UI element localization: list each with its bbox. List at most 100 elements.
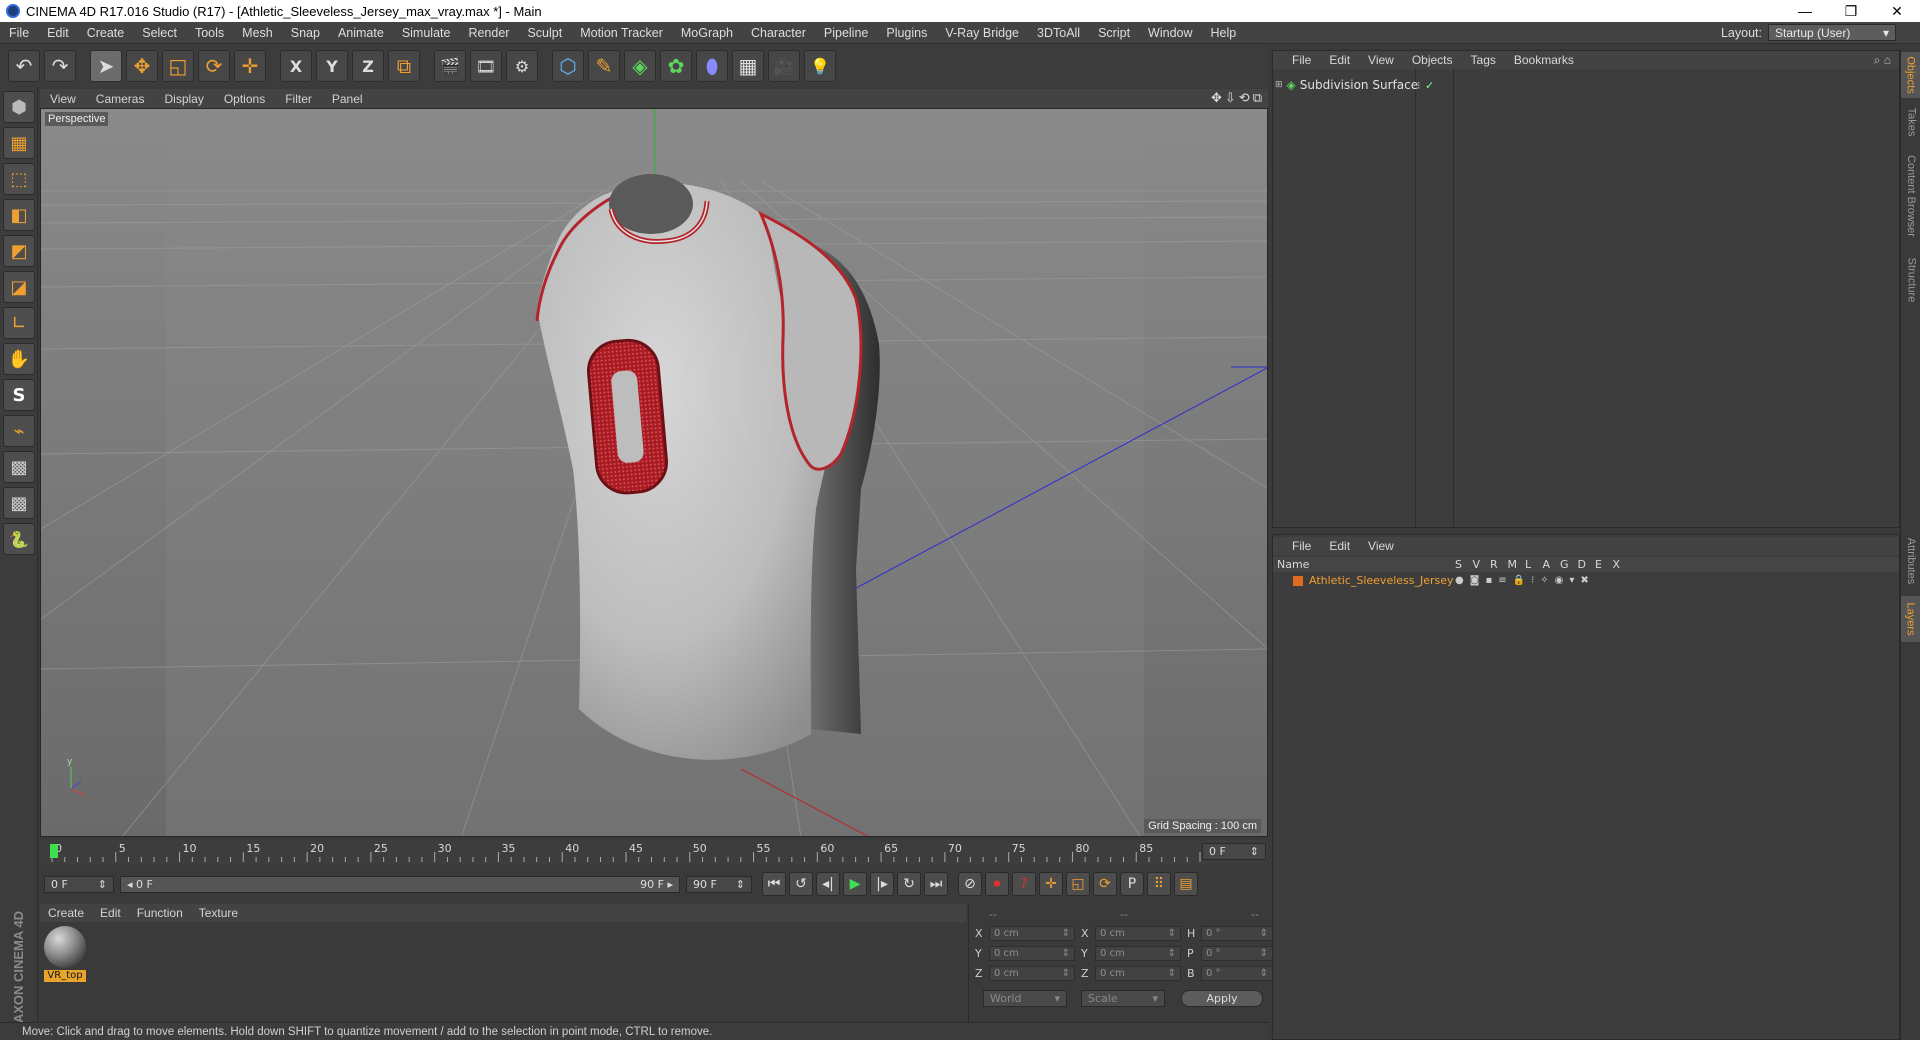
menu-pipeline[interactable]: Pipeline (815, 26, 877, 40)
size-z-field[interactable]: 0 cm ⇕ (1095, 966, 1181, 981)
objects-menu-file[interactable]: File (1283, 53, 1320, 67)
scale-select[interactable]: Scale ▾ (1081, 990, 1165, 1007)
layer-toggle-icons[interactable]: ● ◙ ▪ ≡ 🔒 ⁝ ✧ ◉ ▾ ✖ (1455, 575, 1589, 586)
camera-button[interactable]: 🎥 (768, 50, 800, 82)
menu-tools[interactable]: Tools (186, 26, 233, 40)
array-button[interactable]: ✿ (660, 50, 692, 82)
layers-menu-edit[interactable]: Edit (1320, 539, 1359, 553)
python-icon[interactable]: 🐍 (3, 523, 35, 555)
minimize-button[interactable]: — (1782, 0, 1828, 22)
rotation-p-field[interactable]: 0 ° ⇕ (1201, 946, 1273, 961)
close-button[interactable]: ✕ (1874, 0, 1920, 22)
tab-structure[interactable]: Structure (1901, 250, 1920, 310)
menu-character[interactable]: Character (742, 26, 815, 40)
motion-record-icon[interactable]: ⊘ (958, 872, 982, 896)
workplane-lock-icon[interactable]: ▩ (3, 451, 35, 483)
menu-snap[interactable]: Snap (282, 26, 329, 40)
current-frame-field[interactable]: 0 F ⇕ (1202, 843, 1266, 860)
layers-menu-file[interactable]: File (1283, 539, 1320, 553)
scale-tool-button[interactable]: ◱ (162, 50, 194, 82)
menu-motion-tracker[interactable]: Motion Tracker (571, 26, 672, 40)
go-to-start-button[interactable]: ⏮ (762, 872, 786, 896)
tab-layers[interactable]: Layers (1901, 596, 1920, 642)
menu-plugins[interactable]: Plugins (877, 26, 936, 40)
make-editable-icon[interactable]: ⬢ (3, 91, 35, 123)
menu-edit[interactable]: Edit (38, 26, 78, 40)
next-frame-button[interactable]: |▸ (870, 872, 894, 896)
coordinate-system-button[interactable]: ⧉ (388, 50, 420, 82)
key-scale-icon[interactable]: ◱ (1066, 872, 1090, 896)
objects-menu-tags[interactable]: Tags (1462, 53, 1505, 67)
menu-script[interactable]: Script (1089, 26, 1139, 40)
layer-row-athletic-sleeveless-jersey[interactable]: Athletic_Sleeveless_Jersey ● ◙ ▪ ≡ 🔒 ⁝ ✧ ◉ ▾ ✖ (1273, 573, 1899, 588)
grid-snap-icon[interactable]: ▩ (3, 487, 35, 519)
rotation-h-field[interactable]: 0 ° ⇕ (1201, 926, 1273, 941)
end-frame-field[interactable]: 90 F ⇕ (686, 875, 752, 893)
menu-select[interactable]: Select (133, 26, 186, 40)
viewport-menu-filter[interactable]: Filter (275, 92, 322, 106)
menu-create[interactable]: Create (78, 26, 134, 40)
move-tool-button[interactable]: ✥ (126, 50, 158, 82)
tab-objects[interactable]: Objects (1901, 52, 1920, 98)
key-rotation-icon[interactable]: ⟳ (1093, 872, 1117, 896)
select-tool-button[interactable]: ➤ (90, 50, 122, 82)
viewport-camera-label[interactable]: Perspective (45, 112, 109, 126)
render-view-button[interactable]: 🎬 (434, 50, 466, 82)
autokey-icon[interactable]: ? (1012, 872, 1036, 896)
layout-select[interactable]: Startup (User) ▾ (1768, 24, 1896, 41)
search-icon[interactable]: ⌕ ⌂ (1874, 53, 1891, 68)
expand-icon[interactable]: ⊞ (1275, 80, 1283, 90)
z-axis-lock-button[interactable]: Z (352, 50, 384, 82)
next-key-button[interactable]: ↻ (897, 872, 921, 896)
cube-primitive-button[interactable]: ⬡ (552, 50, 584, 82)
visibility-dots-icon[interactable]: ⁝ (1417, 79, 1421, 92)
previous-frame-button[interactable]: ◂| (816, 872, 840, 896)
start-frame-field[interactable]: 0 F ⇕ (44, 875, 114, 893)
menu-simulate[interactable]: Simulate (393, 26, 460, 40)
record-keys-icon[interactable]: ⏺ (985, 872, 1009, 896)
workplane-icon[interactable]: ◧ (3, 199, 35, 231)
previous-key-button[interactable]: ↺ (789, 872, 813, 896)
size-x-field[interactable]: 0 cm ⇕ (1095, 926, 1181, 941)
viewport-menu-cameras[interactable]: Cameras (86, 92, 155, 106)
polygons-mode-icon[interactable]: ∟ (3, 307, 35, 339)
deformer-button[interactable]: ⬮ (696, 50, 728, 82)
material-menu-create[interactable]: Create (40, 906, 92, 920)
menu-mograph[interactable]: MoGraph (672, 26, 742, 40)
key-parameter-icon[interactable]: P (1120, 872, 1144, 896)
menu-file[interactable]: File (0, 26, 38, 40)
x-axis-lock-button[interactable]: X (280, 50, 312, 82)
perspective-viewport[interactable]: 0 y Perspective Grid Spacing : 100 cm (40, 108, 1268, 837)
snap-icon[interactable]: ⌁ (3, 415, 35, 447)
rotate-tool-button[interactable]: ⟳ (198, 50, 230, 82)
menu-help[interactable]: Help (1202, 26, 1246, 40)
material-menu-function[interactable]: Function (129, 906, 191, 920)
layers-name-header[interactable]: Name (1277, 558, 1309, 571)
viewport-menu-options[interactable]: Options (214, 92, 275, 106)
undo-button[interactable]: ↶ (8, 50, 40, 82)
timeline-ruler[interactable]: 051015202530354045505560657075808590 0 F… (40, 840, 1268, 864)
position-x-field[interactable]: 0 cm ⇕ (989, 926, 1075, 941)
maximize-view-icon[interactable]: ⧉ (1253, 90, 1262, 106)
tab-attributes[interactable]: Attributes (1901, 530, 1920, 592)
model-mode-icon[interactable]: ▦ (3, 127, 35, 159)
menu-3dtoall[interactable]: 3DToAll (1028, 26, 1089, 40)
playhead[interactable] (50, 844, 58, 858)
menu-window[interactable]: Window (1139, 26, 1201, 40)
render-settings-button[interactable]: ⚙ (506, 50, 538, 82)
menu-animate[interactable]: Animate (329, 26, 393, 40)
zoom-view-icon[interactable]: ⇩ (1225, 90, 1236, 106)
key-point-level-icon[interactable]: ⠿ (1147, 872, 1171, 896)
transform-tool-button[interactable]: ✛ (234, 50, 266, 82)
texture-mode-icon[interactable]: ⬚ (3, 163, 35, 195)
object-row-subdivision-surface[interactable]: ⊞ ◈ Subdivision Surface ⁝ ✓ (1275, 77, 1434, 93)
pen-spline-button[interactable]: ✎ (588, 50, 620, 82)
apply-button[interactable]: Apply (1181, 990, 1263, 1007)
subdivision-surface-button[interactable]: ◈ (624, 50, 656, 82)
menu-render[interactable]: Render (459, 26, 518, 40)
axis-mode-icon[interactable]: ✋ (3, 343, 35, 375)
y-axis-lock-button[interactable]: Y (316, 50, 348, 82)
light-button[interactable]: 💡 (804, 50, 836, 82)
play-button[interactable]: ▶ (843, 872, 867, 896)
viewport-menu-display[interactable]: Display (154, 92, 213, 106)
